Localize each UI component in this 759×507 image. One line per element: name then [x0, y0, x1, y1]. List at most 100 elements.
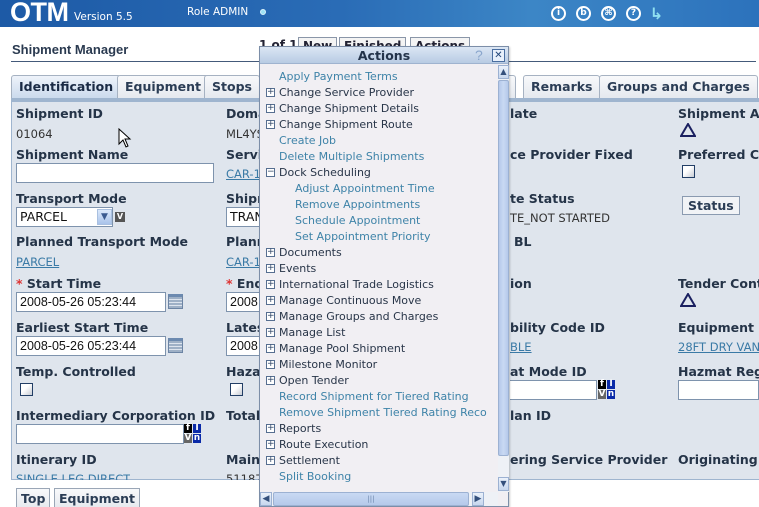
vertical-scrollbar[interactable]: ▲ ▼ [498, 65, 509, 492]
date-label: late [510, 106, 538, 121]
actions-popup: Actions ? ✕ Apply Payment Terms + Change S… [259, 46, 509, 507]
action-menu-item-label: Remove Appointments [295, 198, 421, 211]
scroll-right-icon[interactable]: ▶ [472, 492, 484, 506]
expand-icon[interactable]: + [266, 424, 275, 433]
action-menu-item-label: Remove Shipment Tiered Rating Reco [279, 406, 487, 419]
expand-icon[interactable]: + [266, 280, 275, 289]
expand-icon[interactable]: + [266, 376, 275, 385]
shipment-as-label: Shipment As [678, 106, 759, 121]
itinerary-id-link[interactable]: SINGLE LEG DIRECT [16, 472, 130, 480]
bl-label: BL [514, 234, 532, 249]
start-time-label: * Start Time [16, 276, 102, 291]
planned-transport-mode-label: Planned Transport Mode [16, 234, 189, 249]
planned-sp-label: Planr [226, 234, 263, 249]
sp-fixed-label: ce Provider Fixed [510, 147, 633, 162]
action-menu-item-label: Schedule Appointment [295, 214, 421, 227]
role-indicator-icon [260, 9, 266, 15]
expand-icon[interactable]: + [266, 264, 275, 273]
expand-icon[interactable]: + [266, 296, 275, 305]
hazmat-mode-label: at Mode ID [510, 364, 587, 379]
earliest-start-time-input[interactable] [16, 336, 166, 356]
shipment-type-label: Shipr [226, 191, 264, 206]
expand-icon[interactable]: + [266, 248, 275, 257]
calendar-icon[interactable] [168, 294, 183, 309]
equipment-group-link[interactable]: 28FT DRY VAN [678, 340, 759, 354]
tab-identification[interactable]: Identification [11, 75, 122, 100]
transport-mode-value: PARCEL [20, 209, 67, 224]
action-menu-item-label: Change Shipment Route [279, 118, 413, 131]
bottom-tab-top[interactable]: Top [16, 488, 51, 507]
view-icon[interactable]: V [115, 212, 125, 222]
scroll-left-icon[interactable]: ◀ [260, 492, 272, 506]
shipment-id-value: 01064 [16, 127, 53, 141]
expand-icon[interactable]: + [266, 344, 275, 353]
main-label: Main [226, 452, 261, 467]
settings-icon[interactable]: ⌘ [601, 6, 616, 21]
horizontal-scroll-thumb[interactable]: ||| [273, 492, 469, 506]
preferred-carrier-checkbox[interactable] [682, 165, 695, 178]
expand-icon[interactable]: + [266, 104, 275, 113]
preferred-carrier-label: Preferred Ca [678, 147, 759, 162]
originating-label: Originating S [678, 452, 759, 467]
scroll-thumb[interactable] [498, 80, 509, 456]
expand-icon[interactable]: + [266, 456, 275, 465]
action-menu-item-label: Split Booking [279, 470, 352, 483]
planned-transport-mode-link[interactable]: PARCEL [16, 255, 59, 269]
status-button[interactable]: Status [682, 196, 740, 215]
action-menu-item-label: Milestone Monitor [279, 358, 378, 371]
bookmark-icon[interactable]: b [576, 6, 591, 21]
actions-popup-title: Actions [357, 48, 411, 63]
info-icon[interactable]: i [551, 6, 566, 21]
hazmat-reg-input[interactable] [678, 380, 759, 400]
expand-icon[interactable]: + [266, 440, 275, 449]
version-label: Version 5.5 [74, 11, 133, 23]
expand-icon[interactable]: + [266, 88, 275, 97]
expand-icon[interactable]: + [266, 328, 275, 337]
transport-mode-label: Transport Mode [16, 191, 127, 206]
tab-groups-and-charges[interactable]: Groups and Charges [599, 75, 758, 99]
tab-equipment[interactable]: Equipment [117, 75, 209, 99]
tab-stops[interactable]: Stops [204, 75, 260, 99]
hazmat-mode-input[interactable] [510, 380, 597, 400]
shipment-name-input[interactable] [16, 163, 214, 183]
action-menu-item-label: Manage Groups and Charges [279, 310, 439, 323]
equipment-group-label: Equipment G [678, 320, 759, 335]
action-menu-item-label: Documents [279, 246, 342, 259]
scroll-up-icon[interactable]: ▲ [498, 65, 509, 79]
scroll-down-icon[interactable]: ▼ [498, 477, 509, 491]
actions-popup-header[interactable]: Actions ? ✕ [260, 47, 508, 64]
tender-cont-label: Tender Cont [678, 276, 759, 291]
action-menu-item-label: Record Shipment for Tiered Rating [279, 390, 469, 403]
tab-remarks[interactable]: Remarks [523, 75, 601, 99]
service-provider-link[interactable]: CAR-1 [226, 167, 261, 181]
bottom-tab-equipment[interactable]: Equipment [54, 488, 140, 507]
horizontal-scrollbar[interactable]: ◀ ||| ▶ [260, 492, 498, 506]
planned-sp-link[interactable]: CAR-1 [226, 255, 261, 269]
hazmat-checkbox[interactable] [230, 383, 243, 396]
expand-icon[interactable]: + [266, 120, 275, 129]
intermediary-corp-input[interactable] [16, 424, 184, 444]
action-menu-item-label: Manage Continuous Move [279, 294, 422, 307]
service-provider-label: Servi [226, 147, 263, 162]
help-icon[interactable]: ? [626, 6, 641, 21]
logout-arrow-icon[interactable]: ↳ [649, 6, 664, 22]
close-icon[interactable]: ✕ [492, 49, 505, 62]
chevron-down-icon[interactable]: ▼ [97, 209, 112, 225]
calendar-icon[interactable] [168, 338, 183, 353]
action-menu-item-label: International Trade Logistics [279, 278, 434, 291]
start-time-input[interactable] [16, 292, 166, 312]
shipment-id-label: Shipment ID [16, 106, 103, 121]
finder-icon[interactable]: fI Vn [598, 380, 615, 400]
help-icon[interactable]: ? [475, 47, 483, 63]
action-menu-item-label: Set Appointment Priority [295, 230, 431, 243]
collapse-icon[interactable]: − [266, 168, 275, 177]
action-menu-item-label: Create Job [279, 134, 337, 147]
expand-icon[interactable]: + [266, 360, 275, 369]
status-value: TE_NOT STARTED [510, 211, 610, 225]
action-menu-item-label: Change Shipment Details [279, 102, 420, 115]
expand-icon[interactable]: + [266, 312, 275, 321]
temp-controlled-checkbox[interactable] [20, 383, 33, 396]
finder-icon[interactable]: fI Vn [184, 424, 201, 444]
capability-code-link[interactable]: BLE [510, 340, 532, 354]
page-title: Shipment Manager [12, 42, 129, 57]
